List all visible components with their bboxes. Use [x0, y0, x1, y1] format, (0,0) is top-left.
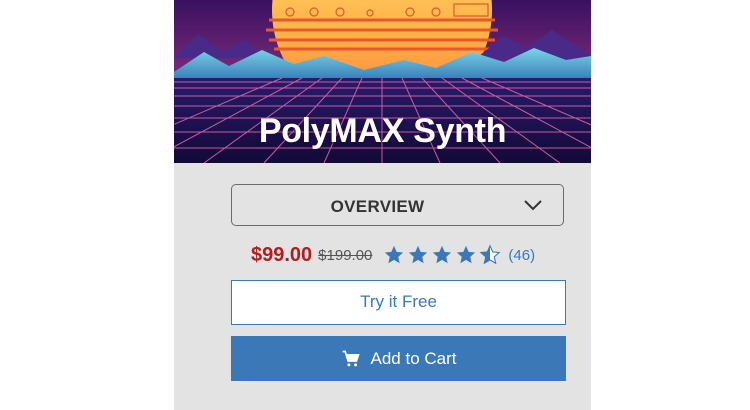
star-full-icon [457, 245, 476, 264]
star-full-icon [433, 245, 452, 264]
product-card: PolyMAX Synth OVERVIEW $99.00 $199.00 (4… [174, 0, 591, 410]
shopping-cart-icon [341, 349, 361, 369]
star-rating [383, 244, 503, 266]
add-to-cart-button[interactable]: Add to Cart [231, 336, 566, 381]
star-full-icon [409, 245, 428, 264]
price-rating-row: $99.00 $199.00 (46) [251, 241, 535, 269]
overview-dropdown[interactable]: OVERVIEW [231, 184, 564, 226]
chevron-down-icon [523, 198, 543, 217]
review-count-link[interactable]: (46) [508, 247, 535, 264]
original-price: $199.00 [318, 246, 373, 264]
product-hero-image: PolyMAX Synth [174, 0, 591, 163]
try-free-button[interactable]: Try it Free [231, 280, 566, 325]
add-to-cart-label: Add to Cart [370, 348, 457, 368]
overview-dropdown-label: OVERVIEW [330, 197, 425, 216]
star-half-icon [479, 244, 501, 265]
sale-price: $99.00 [251, 243, 313, 266]
product-title: PolyMAX Synth [258, 112, 507, 150]
star-full-icon [385, 245, 404, 264]
